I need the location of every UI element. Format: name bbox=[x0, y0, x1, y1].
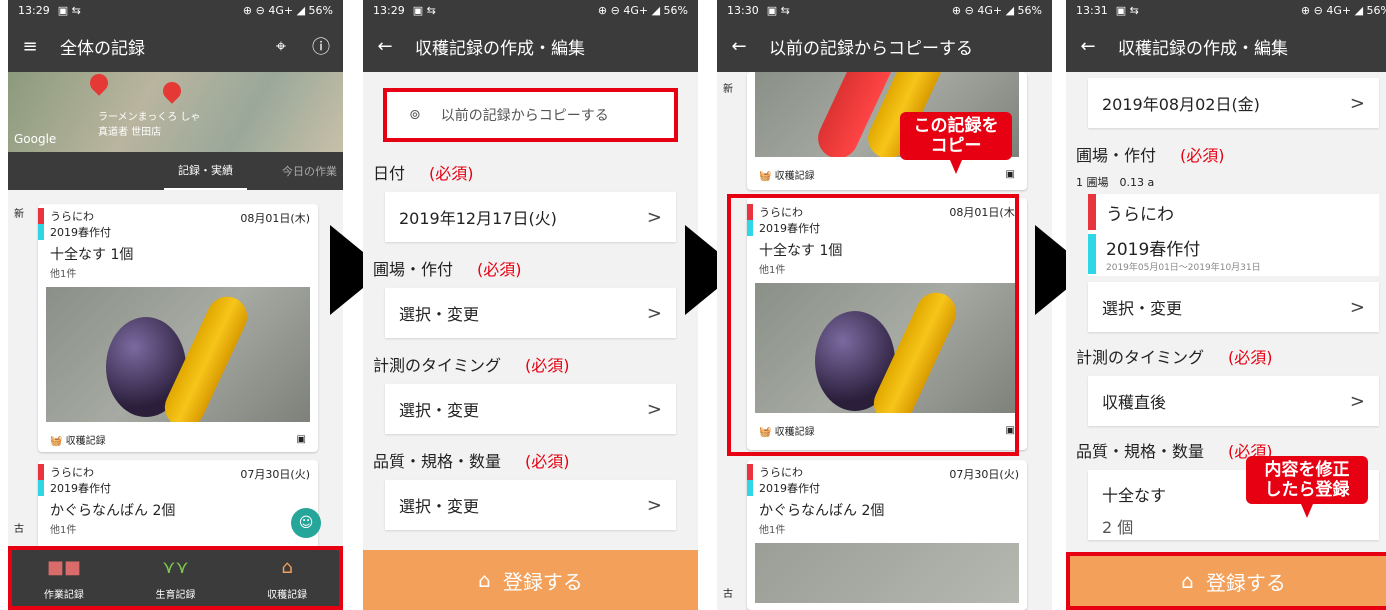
page-title: 収穫記録の作成・編集 bbox=[415, 38, 585, 59]
screen-harvest-edit-filled: 13:31 ▣ ⇆ ⊕ ⊖ 4G+ ◢ 56% ← 収穫記録の作成・編集 2019年0… bbox=[1066, 0, 1386, 610]
record-card[interactable]: うらにわ 2019春作付 07月30日(火) かぐらなんばん 2個 他1件 bbox=[38, 460, 318, 550]
crop-name: 2019春作付 2019年05月01日〜2019年10月31日 bbox=[1088, 234, 1379, 274]
chevron-right-icon: > bbox=[646, 398, 662, 420]
copy-icon: ⊚ bbox=[409, 107, 421, 123]
menu-icon[interactable]: ≡ bbox=[20, 36, 40, 57]
info-icon[interactable]: ⓘ bbox=[311, 33, 331, 59]
app-bar: ← 以前の記録からコピーする bbox=[717, 20, 1052, 72]
page-title: 収穫記録の作成・編集 bbox=[1118, 38, 1288, 59]
antenna-icon[interactable]: ⌖ bbox=[271, 36, 291, 57]
register-button[interactable]: ⌂ 登録する bbox=[363, 550, 698, 610]
timing-select[interactable]: 選択・変更 > bbox=[385, 384, 676, 434]
record-title: かぐらなんばん 2個 bbox=[759, 503, 885, 519]
record-photo bbox=[46, 287, 310, 422]
record-photo bbox=[755, 543, 1019, 603]
field-name: うらにわ bbox=[1088, 194, 1379, 230]
older-label: 古 bbox=[14, 524, 24, 535]
tab-today-work[interactable]: 今日の作業 bbox=[282, 163, 337, 179]
tab-records[interactable]: 記録・実績 bbox=[164, 152, 247, 190]
field-crop-box: うらにわ 2019春作付 2019年05月01日〜2019年10月31日 bbox=[1088, 194, 1379, 276]
chevron-right-icon: > bbox=[646, 206, 662, 228]
callout-copy-this-record: この記録を コピー bbox=[900, 112, 1012, 174]
record-sub: 他1件 bbox=[759, 525, 786, 536]
chevron-right-icon: > bbox=[1349, 92, 1365, 114]
screen-copy-from-previous: 13:30 ▣ ⇆ ⊕ ⊖ 4G+ ◢ 56% ← 以前の記録からコピーする 新 🧺 … bbox=[717, 0, 1052, 610]
section-field: 圃場・作付 (必須) bbox=[1076, 146, 1225, 165]
record-type: 収穫記録 bbox=[65, 436, 106, 447]
map-view[interactable]: ラーメンまっくろ しゃ真道者 世田店 Google bbox=[8, 70, 343, 152]
basket-icon: ⌂ bbox=[478, 568, 491, 592]
crop-tag: 2019春作付 bbox=[747, 480, 1027, 496]
date-field[interactable]: 2019年08月02日(金) > bbox=[1088, 78, 1379, 128]
register-button[interactable]: ⌂ 登録する bbox=[1066, 552, 1386, 610]
status-bar: 13:30 ▣ ⇆ ⊕ ⊖ 4G+ ◢ 56% bbox=[717, 0, 1052, 20]
field-select[interactable]: 選択・変更 > bbox=[1088, 282, 1379, 332]
date-field[interactable]: 2019年12月17日(火) > bbox=[385, 192, 676, 242]
section-timing: 計測のタイミング (必須) bbox=[373, 356, 570, 375]
gallery-icon: ▣ bbox=[1005, 169, 1015, 180]
section-date: 日付 (必須) bbox=[373, 164, 474, 183]
chevron-right-icon: > bbox=[646, 494, 662, 516]
section-quality: 品質・規格・数量 (必須) bbox=[373, 452, 570, 471]
app-bar: ← 収穫記録の作成・編集 bbox=[363, 20, 698, 72]
map-label: ラーメンまっくろ しゃ真道者 世田店 bbox=[98, 112, 201, 138]
map-pin-icon[interactable] bbox=[86, 70, 112, 96]
copy-from-previous-button[interactable]: ⊚ 以前の記録からコピーする bbox=[383, 88, 678, 142]
screen-harvest-edit: 13:29 ▣ ⇆ ⊕ ⊖ 4G+ ◢ 56% ← 収穫記録の作成・編集 ⊚ 以前の記録… bbox=[363, 0, 698, 610]
basket-icon: 🧺 bbox=[759, 171, 772, 182]
plot-info: 1 圃場 0.13 a bbox=[1076, 176, 1155, 189]
map-pin-icon[interactable] bbox=[159, 78, 185, 104]
screen-overall-records: 13:29 ▣ ⇆ ⊕ ⊖ 4G+ ◢ 56% ≡ 全体の記録 ⌖ ⓘ ラーメンまっ… bbox=[8, 0, 343, 610]
record-title: かぐらなんばん 2個 bbox=[50, 503, 176, 519]
status-bar: 13:31 ▣ ⇆ ⊕ ⊖ 4G+ ◢ 56% bbox=[1066, 0, 1386, 20]
record-sub: 他1件 bbox=[50, 269, 77, 280]
back-arrow-icon[interactable]: ← bbox=[375, 36, 395, 57]
status-bar: 13:29 ▣ ⇆ ⊕ ⊖ 4G+ ◢ 56% bbox=[8, 0, 343, 20]
app-bar: ≡ 全体の記録 ⌖ ⓘ bbox=[8, 20, 343, 72]
record-card[interactable]: うらにわ 2019春作付 08月01日(木) 十全なす 1個 他1件 🧺 収穫記… bbox=[38, 204, 318, 452]
older-label: 古 bbox=[723, 589, 733, 600]
back-arrow-icon[interactable]: ← bbox=[1078, 36, 1098, 57]
callout-edit-then-register: 内容を修正 したら登録 bbox=[1246, 456, 1368, 518]
record-sub: 他1件 bbox=[50, 525, 77, 536]
record-date: 08月01日(木) bbox=[240, 212, 310, 225]
basket-icon: 🧺 収穫記録 bbox=[50, 436, 106, 447]
chevron-right-icon: > bbox=[1349, 296, 1365, 318]
app-bar: ← 収穫記録の作成・編集 bbox=[1066, 20, 1386, 72]
section-timing: 計測のタイミング (必須) bbox=[1076, 348, 1273, 367]
crop-tag: 2019春作付 bbox=[38, 480, 318, 496]
page-title: 全体の記録 bbox=[60, 38, 145, 59]
status-bar: 13:29 ▣ ⇆ ⊕ ⊖ 4G+ ◢ 56% bbox=[363, 0, 698, 20]
section-field: 圃場・作付 (必須) bbox=[373, 260, 522, 279]
record-date: 07月30日(火) bbox=[949, 468, 1019, 481]
back-arrow-icon[interactable]: ← bbox=[729, 36, 749, 57]
newer-label: 新 bbox=[14, 209, 24, 220]
chevron-right-icon: > bbox=[646, 302, 662, 324]
highlight-frame bbox=[8, 546, 343, 610]
tab-bar: 記録・実績 今日の作業 bbox=[8, 152, 343, 190]
newer-label: 新 bbox=[723, 84, 733, 95]
quality-select[interactable]: 選択・変更 > bbox=[385, 480, 676, 530]
gallery-icon: ▣ bbox=[296, 434, 306, 445]
basket-icon: ⌂ bbox=[1181, 569, 1194, 593]
status-icons: ⊕ ⊖ 4G+ ◢ 56% bbox=[242, 3, 333, 17]
record-title: 十全なす 1個 bbox=[50, 247, 134, 263]
google-logo: Google bbox=[14, 132, 57, 146]
page-title: 以前の記録からコピーする bbox=[769, 38, 973, 59]
clock: 13:29 bbox=[18, 3, 50, 17]
chevron-right-icon: > bbox=[1349, 390, 1365, 412]
field-select[interactable]: 選択・変更 > bbox=[385, 288, 676, 338]
timing-select[interactable]: 収穫直後 > bbox=[1088, 376, 1379, 426]
record-card[interactable]: うらにわ 2019春作付 07月30日(火) かぐらなんばん 2個 他1件 bbox=[747, 460, 1027, 610]
highlight-frame bbox=[727, 194, 1019, 456]
crop-tag: 2019春作付 bbox=[38, 224, 318, 240]
people-fab-icon[interactable]: ☺ bbox=[291, 508, 321, 538]
record-date: 07月30日(火) bbox=[240, 468, 310, 481]
